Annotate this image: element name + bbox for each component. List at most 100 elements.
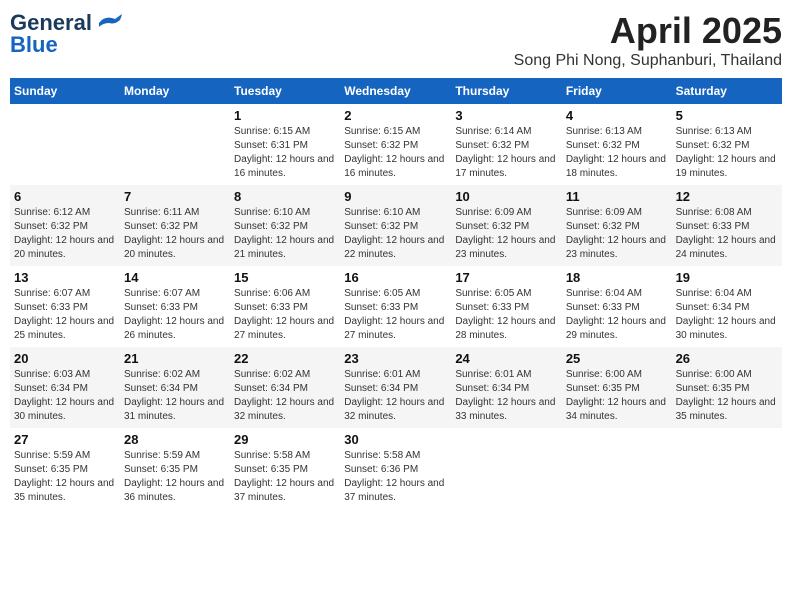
col-header-thursday: Thursday: [451, 78, 562, 104]
day-info: Sunrise: 6:09 AM Sunset: 6:32 PM Dayligh…: [455, 206, 558, 262]
calendar-cell: 15 Sunrise: 6:06 AM Sunset: 6:33 PM Dayli…: [230, 266, 340, 347]
calendar-cell: 8Sunrise: 6:10 AM Sunset: 6:32 PM Daylig…: [230, 185, 340, 266]
calendar-cell: 25 Sunrise: 6:00 AM Sunset: 6:35 PM Dayli…: [562, 347, 672, 428]
calendar-cell: 29Sunrise: 5:58 AM Sunset: 6:35 PM Dayli…: [230, 428, 340, 509]
calendar-cell: 20Sunrise: 6:03 AM Sunset: 6:34 PM Dayli…: [10, 347, 120, 428]
calendar-cell: 21 Sunrise: 6:02 AM Sunset: 6:34 PM Dayli…: [120, 347, 230, 428]
calendar-cell: 22 Sunrise: 6:02 AM Sunset: 6:34 PM Dayli…: [230, 347, 340, 428]
day-number: 13: [14, 270, 116, 285]
calendar-cell: 26 Sunrise: 6:00 AM Sunset: 6:35 PM Dayli…: [672, 347, 782, 428]
calendar-cell: 13 Sunrise: 6:07 AM Sunset: 6:33 PM Dayli…: [10, 266, 120, 347]
day-info: Sunrise: 6:05 AM Sunset: 6:33 PM Dayligh…: [344, 287, 447, 343]
logo-blue-text: Blue: [10, 32, 58, 58]
logo-bird-icon: [95, 13, 123, 33]
day-info: Sunrise: 6:10 AM Sunset: 6:32 PM Dayligh…: [234, 206, 336, 262]
calendar-table: SundayMondayTuesdayWednesdayThursdayFrid…: [10, 78, 782, 509]
calendar-cell: 6 Sunrise: 6:12 AM Sunset: 6:32 PM Daylig…: [10, 185, 120, 266]
col-header-friday: Friday: [562, 78, 672, 104]
day-number: 25: [566, 351, 668, 366]
day-number: 29: [234, 432, 336, 447]
day-number: 24: [455, 351, 558, 366]
header-row: SundayMondayTuesdayWednesdayThursdayFrid…: [10, 78, 782, 104]
day-number: 27: [14, 432, 116, 447]
day-number: 9: [344, 189, 447, 204]
day-info: Sunrise: 5:58 AM Sunset: 6:36 PM Dayligh…: [344, 449, 447, 505]
day-info: Sunrise: 6:02 AM Sunset: 6:34 PM Dayligh…: [124, 368, 226, 424]
calendar-cell: 30 Sunrise: 5:58 AM Sunset: 6:36 PM Dayli…: [340, 428, 451, 509]
calendar-cell: 19 Sunrise: 6:04 AM Sunset: 6:34 PM Dayli…: [672, 266, 782, 347]
week-row-1: 1 Sunrise: 6:15 AM Sunset: 6:31 PM Daylig…: [10, 104, 782, 185]
day-number: 22: [234, 351, 336, 366]
day-number: 5: [676, 108, 778, 123]
day-number: 19: [676, 270, 778, 285]
day-number: 16: [344, 270, 447, 285]
day-number: 28: [124, 432, 226, 447]
week-row-5: 27 Sunrise: 5:59 AM Sunset: 6:35 PM Dayli…: [10, 428, 782, 509]
day-info: Sunrise: 6:07 AM Sunset: 6:33 PM Dayligh…: [124, 287, 226, 343]
day-number: 11: [566, 189, 668, 204]
day-number: 1: [234, 108, 336, 123]
day-info: Sunrise: 6:15 AM Sunset: 6:32 PM Dayligh…: [344, 125, 447, 181]
calendar-cell: 27 Sunrise: 5:59 AM Sunset: 6:35 PM Dayli…: [10, 428, 120, 509]
day-info: Sunrise: 6:11 AM Sunset: 6:32 PM Dayligh…: [124, 206, 226, 262]
day-number: 14: [124, 270, 226, 285]
calendar-cell: 23 Sunrise: 6:01 AM Sunset: 6:34 PM Dayli…: [340, 347, 451, 428]
calendar-cell: 12 Sunrise: 6:08 AM Sunset: 6:33 PM Dayli…: [672, 185, 782, 266]
week-row-4: 20Sunrise: 6:03 AM Sunset: 6:34 PM Dayli…: [10, 347, 782, 428]
day-info: Sunrise: 6:05 AM Sunset: 6:33 PM Dayligh…: [455, 287, 558, 343]
calendar-cell: [451, 428, 562, 509]
day-info: Sunrise: 6:02 AM Sunset: 6:34 PM Dayligh…: [234, 368, 336, 424]
calendar-cell: 11 Sunrise: 6:09 AM Sunset: 6:32 PM Dayli…: [562, 185, 672, 266]
day-info: Sunrise: 5:59 AM Sunset: 6:35 PM Dayligh…: [14, 449, 116, 505]
col-header-tuesday: Tuesday: [230, 78, 340, 104]
calendar-cell: 1 Sunrise: 6:15 AM Sunset: 6:31 PM Daylig…: [230, 104, 340, 185]
calendar-cell: 5 Sunrise: 6:13 AM Sunset: 6:32 PM Daylig…: [672, 104, 782, 185]
day-info: Sunrise: 5:59 AM Sunset: 6:35 PM Dayligh…: [124, 449, 226, 505]
day-number: 18: [566, 270, 668, 285]
calendar-cell: 18Sunrise: 6:04 AM Sunset: 6:33 PM Dayli…: [562, 266, 672, 347]
day-info: Sunrise: 6:09 AM Sunset: 6:32 PM Dayligh…: [566, 206, 668, 262]
day-number: 26: [676, 351, 778, 366]
day-number: 3: [455, 108, 558, 123]
col-header-wednesday: Wednesday: [340, 78, 451, 104]
day-info: Sunrise: 6:01 AM Sunset: 6:34 PM Dayligh…: [455, 368, 558, 424]
calendar-cell: 17 Sunrise: 6:05 AM Sunset: 6:33 PM Dayli…: [451, 266, 562, 347]
day-info: Sunrise: 6:13 AM Sunset: 6:32 PM Dayligh…: [566, 125, 668, 181]
week-row-3: 13 Sunrise: 6:07 AM Sunset: 6:33 PM Dayli…: [10, 266, 782, 347]
day-info: Sunrise: 6:00 AM Sunset: 6:35 PM Dayligh…: [676, 368, 778, 424]
title-area: April 2025 Song Phi Nong, Suphanburi, Th…: [514, 10, 782, 70]
day-info: Sunrise: 6:08 AM Sunset: 6:33 PM Dayligh…: [676, 206, 778, 262]
day-info: Sunrise: 6:06 AM Sunset: 6:33 PM Dayligh…: [234, 287, 336, 343]
day-number: 17: [455, 270, 558, 285]
day-info: Sunrise: 6:01 AM Sunset: 6:34 PM Dayligh…: [344, 368, 447, 424]
logo: General Blue: [10, 10, 123, 58]
day-number: 15: [234, 270, 336, 285]
day-number: 30: [344, 432, 447, 447]
day-number: 10: [455, 189, 558, 204]
calendar-cell: 2Sunrise: 6:15 AM Sunset: 6:32 PM Daylig…: [340, 104, 451, 185]
day-number: 12: [676, 189, 778, 204]
calendar-cell: 7Sunrise: 6:11 AM Sunset: 6:32 PM Daylig…: [120, 185, 230, 266]
day-number: 6: [14, 189, 116, 204]
day-number: 21: [124, 351, 226, 366]
calendar-cell: [562, 428, 672, 509]
calendar-cell: 4 Sunrise: 6:13 AM Sunset: 6:32 PM Daylig…: [562, 104, 672, 185]
day-info: Sunrise: 6:00 AM Sunset: 6:35 PM Dayligh…: [566, 368, 668, 424]
day-info: Sunrise: 6:12 AM Sunset: 6:32 PM Dayligh…: [14, 206, 116, 262]
calendar-cell: 16 Sunrise: 6:05 AM Sunset: 6:33 PM Dayli…: [340, 266, 451, 347]
calendar-cell: 14 Sunrise: 6:07 AM Sunset: 6:33 PM Dayli…: [120, 266, 230, 347]
day-number: 20: [14, 351, 116, 366]
day-info: Sunrise: 6:13 AM Sunset: 6:32 PM Dayligh…: [676, 125, 778, 181]
calendar-cell: [10, 104, 120, 185]
day-info: Sunrise: 6:15 AM Sunset: 6:31 PM Dayligh…: [234, 125, 336, 181]
col-header-sunday: Sunday: [10, 78, 120, 104]
day-info: Sunrise: 6:07 AM Sunset: 6:33 PM Dayligh…: [14, 287, 116, 343]
day-number: 23: [344, 351, 447, 366]
day-info: Sunrise: 6:04 AM Sunset: 6:34 PM Dayligh…: [676, 287, 778, 343]
calendar-cell: 10 Sunrise: 6:09 AM Sunset: 6:32 PM Dayli…: [451, 185, 562, 266]
day-info: Sunrise: 6:10 AM Sunset: 6:32 PM Dayligh…: [344, 206, 447, 262]
month-year: April 2025: [514, 10, 782, 52]
calendar-cell: 28 Sunrise: 5:59 AM Sunset: 6:35 PM Dayli…: [120, 428, 230, 509]
day-number: 4: [566, 108, 668, 123]
week-row-2: 6 Sunrise: 6:12 AM Sunset: 6:32 PM Daylig…: [10, 185, 782, 266]
